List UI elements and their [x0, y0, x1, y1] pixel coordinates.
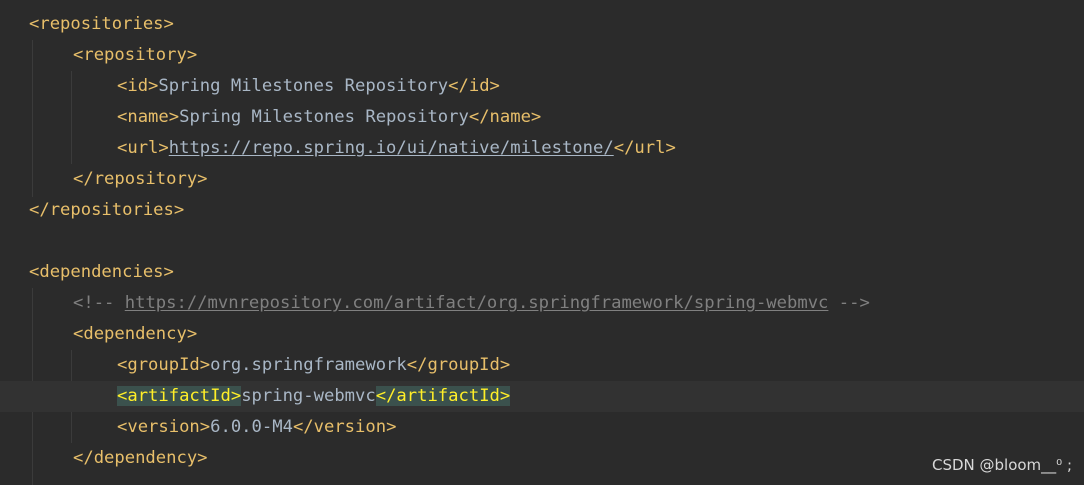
code-line[interactable]: <name>Spring Milestones Repository</name…	[0, 102, 1084, 133]
code-line[interactable]: <id>Spring Milestones Repository</id>	[0, 71, 1084, 102]
code-line[interactable]: </repository>	[0, 164, 1084, 195]
line-content: <dependencies>	[29, 257, 174, 288]
xml-text: org.springframework	[210, 355, 407, 375]
xml-tag: <artifactId>	[117, 386, 242, 406]
line-content: <id>Spring Milestones Repository</id>	[117, 71, 500, 102]
line-content: </dependency>	[73, 443, 208, 474]
xml-tag: <dependencies>	[29, 262, 174, 282]
code-line[interactable]	[0, 226, 1084, 257]
xml-tag: <version>	[117, 417, 211, 437]
line-content: <name>Spring Milestones Repository</name…	[117, 102, 541, 133]
current-code-line[interactable]: <artifactId>spring-webmvc</artifactId>	[0, 381, 1084, 412]
code-line[interactable]: <version>6.0.0-M4</version>	[0, 412, 1084, 443]
code-line[interactable]: <dependencies>	[0, 257, 1084, 288]
code-editor[interactable]: <repositories> <repository> <id>Spring M…	[0, 0, 1084, 485]
line-content: <dependency>	[73, 319, 197, 350]
xml-tag: </dependency>	[73, 448, 208, 468]
watermark: CSDN @bloom__⁰ ;	[931, 456, 1072, 474]
code-line[interactable]: <dependency>	[0, 319, 1084, 350]
xml-comment: <!--	[73, 293, 125, 313]
xml-text: Spring Milestones Repository	[179, 107, 469, 127]
xml-tag: </groupId>	[406, 355, 511, 375]
xml-tag: </repositories>	[29, 200, 185, 220]
xml-tag: <groupId>	[117, 355, 211, 375]
code-line[interactable]: <url>https://repo.spring.io/ui/native/mi…	[0, 133, 1084, 164]
code-line[interactable]: </repositories>	[0, 195, 1084, 226]
xml-tag: <id>	[117, 76, 159, 96]
line-content: <repositories>	[29, 9, 174, 40]
line-content: <version>6.0.0-M4</version>	[117, 412, 396, 443]
xml-tag: </url>	[613, 138, 676, 158]
xml-tag: </artifactId>	[375, 386, 511, 406]
xml-tag: </version>	[292, 417, 397, 437]
code-line[interactable]: <!-- https://mvnrepository.com/artifact/…	[0, 288, 1084, 319]
line-content: </repository>	[73, 164, 208, 195]
line-content: </repositories>	[29, 195, 184, 226]
code-line[interactable]: </dependency>	[0, 443, 1084, 474]
xml-tag: <url>	[117, 138, 169, 158]
xml-tag: </name>	[468, 107, 542, 127]
line-content: <url>https://repo.spring.io/ui/native/mi…	[117, 133, 676, 164]
line-content: <artifactId>spring-webmvc</artifactId>	[117, 381, 511, 412]
xml-text: 6.0.0-M4	[210, 417, 293, 437]
xml-tag: </repository>	[73, 169, 208, 189]
xml-tag: </id>	[448, 76, 500, 96]
xml-comment[interactable]: https://mvnrepository.com/artifact/org.s…	[125, 293, 829, 313]
code-line[interactable]: <repositories>	[0, 9, 1084, 40]
xml-tag: <dependency>	[73, 324, 198, 344]
line-content: <repository>	[73, 40, 197, 71]
line-content: <!-- https://mvnrepository.com/artifact/…	[73, 288, 870, 319]
xml-text: spring-webmvc	[241, 386, 376, 406]
code-line[interactable]: <groupId>org.springframework</groupId>	[0, 350, 1084, 381]
xml-tag: <repository>	[73, 45, 198, 65]
xml-text: Spring Milestones Repository	[158, 76, 449, 96]
xml-tag: <name>	[117, 107, 180, 127]
xml-comment: -->	[828, 293, 870, 313]
xml-tag: <repositories>	[29, 14, 174, 34]
code-line[interactable]: <repository>	[0, 40, 1084, 71]
url-link[interactable]: https://repo.spring.io/ui/native/milesto…	[169, 138, 614, 158]
line-content: <groupId>org.springframework</groupId>	[117, 350, 510, 381]
